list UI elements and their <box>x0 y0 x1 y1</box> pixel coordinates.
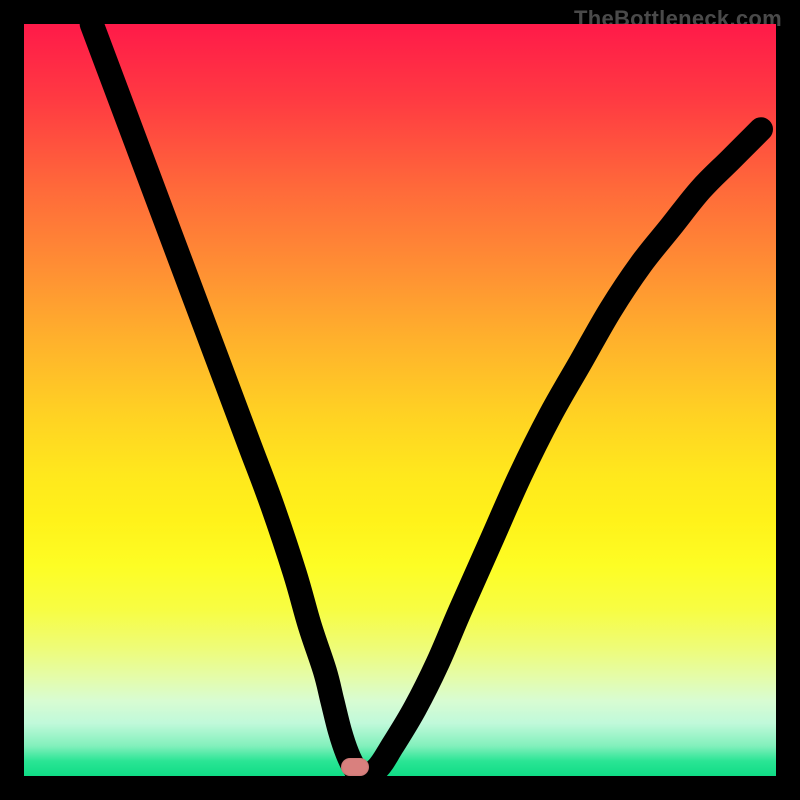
chart-container: TheBottleneck.com <box>0 0 800 800</box>
bottleneck-marker <box>341 758 369 776</box>
curve-path <box>92 24 761 776</box>
plot-area <box>24 24 776 776</box>
series-curve <box>24 24 776 776</box>
